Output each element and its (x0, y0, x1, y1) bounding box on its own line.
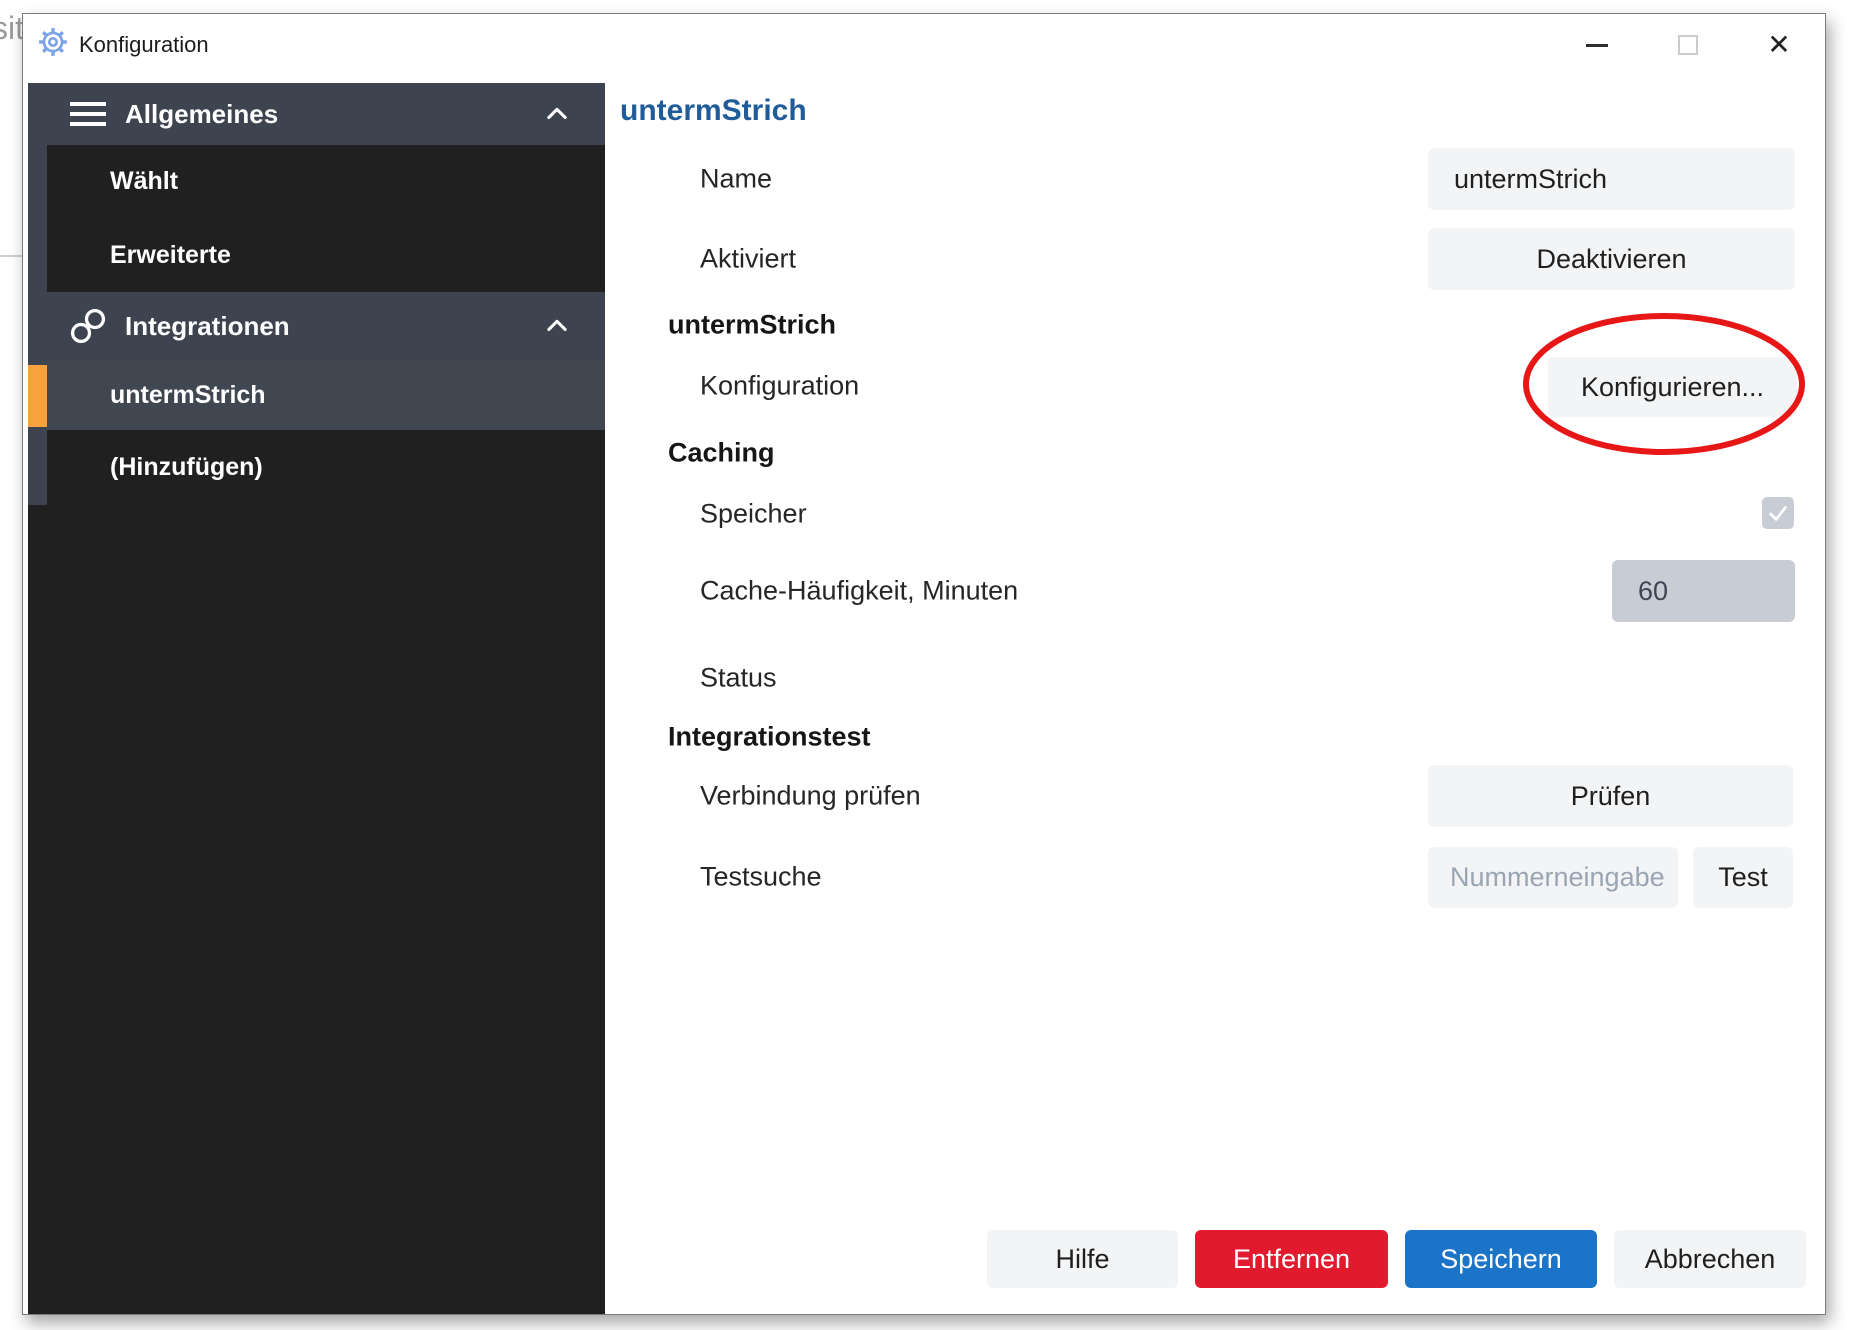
hamburger-icon (70, 102, 106, 126)
konfiguration-window: Konfiguration ✕ Allgemeines Wählt Erweit… (22, 13, 1826, 1315)
page-title: untermStrich (620, 94, 807, 127)
deaktivieren-button[interactable]: Deaktivieren (1428, 228, 1795, 290)
sidebar-item-untermstrich-selected[interactable]: untermStrich (47, 360, 605, 430)
sidebar: Allgemeines Wählt Erweiterte Integration… (28, 83, 605, 1314)
sidebar-group-label: Integrationen (125, 310, 290, 341)
gear-icon (39, 28, 67, 56)
maximize-icon (1678, 35, 1698, 55)
sidebar-group-integrationen[interactable]: Integrationen (28, 292, 605, 360)
checkmark-icon (1769, 506, 1787, 521)
window-title: Konfiguration (79, 32, 209, 57)
name-field[interactable] (1428, 148, 1795, 210)
selected-item-accent-bar (28, 365, 47, 427)
konfiguration-label: Konfiguration (700, 370, 860, 401)
link-icon (70, 308, 106, 344)
konfigurieren-button[interactable]: Konfigurieren... (1548, 357, 1797, 417)
sidebar-item-label: Erweiterte (110, 240, 231, 269)
close-icon: ✕ (1767, 29, 1791, 60)
background-divider-line (0, 255, 23, 257)
pruefen-button[interactable]: Prüfen (1428, 765, 1793, 827)
section-untermstrich: untermStrich (668, 309, 837, 340)
entfernen-button[interactable]: Entfernen (1195, 1230, 1388, 1288)
minimize-icon (1586, 43, 1608, 47)
sidebar-item-erweiterte[interactable]: Erweiterte (47, 218, 605, 292)
testsuche-label: Testsuche (700, 861, 822, 892)
section-integrationstest: Integrationstest (668, 721, 871, 752)
test-button[interactable]: Test (1693, 847, 1793, 908)
abbrechen-button[interactable]: Abbrechen (1614, 1230, 1806, 1288)
maximize-button[interactable] (1665, 22, 1711, 68)
sidebar-item-hinzufuegen[interactable]: (Hinzufügen) (47, 430, 605, 505)
section-caching: Caching (668, 437, 775, 468)
speicher-label: Speicher (700, 498, 807, 529)
minimize-button[interactable] (1574, 22, 1620, 68)
name-label: Name (700, 163, 773, 194)
hilfe-button[interactable]: Hilfe (987, 1230, 1178, 1288)
sidebar-group-allgemeines[interactable]: Allgemeines (28, 83, 605, 145)
close-button[interactable]: ✕ (1756, 22, 1802, 68)
sidebar-item-label: Wählt (110, 167, 179, 195)
chevron-up-icon (547, 319, 567, 332)
sidebar-group-label: Allgemeines (125, 98, 279, 129)
cache-frequency-field[interactable] (1612, 560, 1795, 622)
testsuche-input[interactable] (1428, 847, 1678, 908)
sidebar-item-waehlt[interactable]: Wählt (47, 145, 605, 218)
speicher-checkbox[interactable] (1762, 497, 1794, 529)
sidebar-item-label: untermStrich (110, 380, 266, 409)
chevron-up-icon (547, 107, 567, 120)
status-label: Status (700, 662, 777, 693)
sidebar-item-label: (Hinzufügen) (110, 453, 263, 481)
cache-frequency-label: Cache-Häufigkeit, Minuten (700, 575, 1019, 606)
aktiviert-label: Aktiviert (700, 243, 797, 274)
verbindung-pruefen-label: Verbindung prüfen (700, 780, 921, 811)
speichern-button[interactable]: Speichern (1405, 1230, 1597, 1288)
title-bar: Konfiguration ✕ (23, 14, 1825, 83)
background-text-fragment: sit (0, 10, 24, 46)
